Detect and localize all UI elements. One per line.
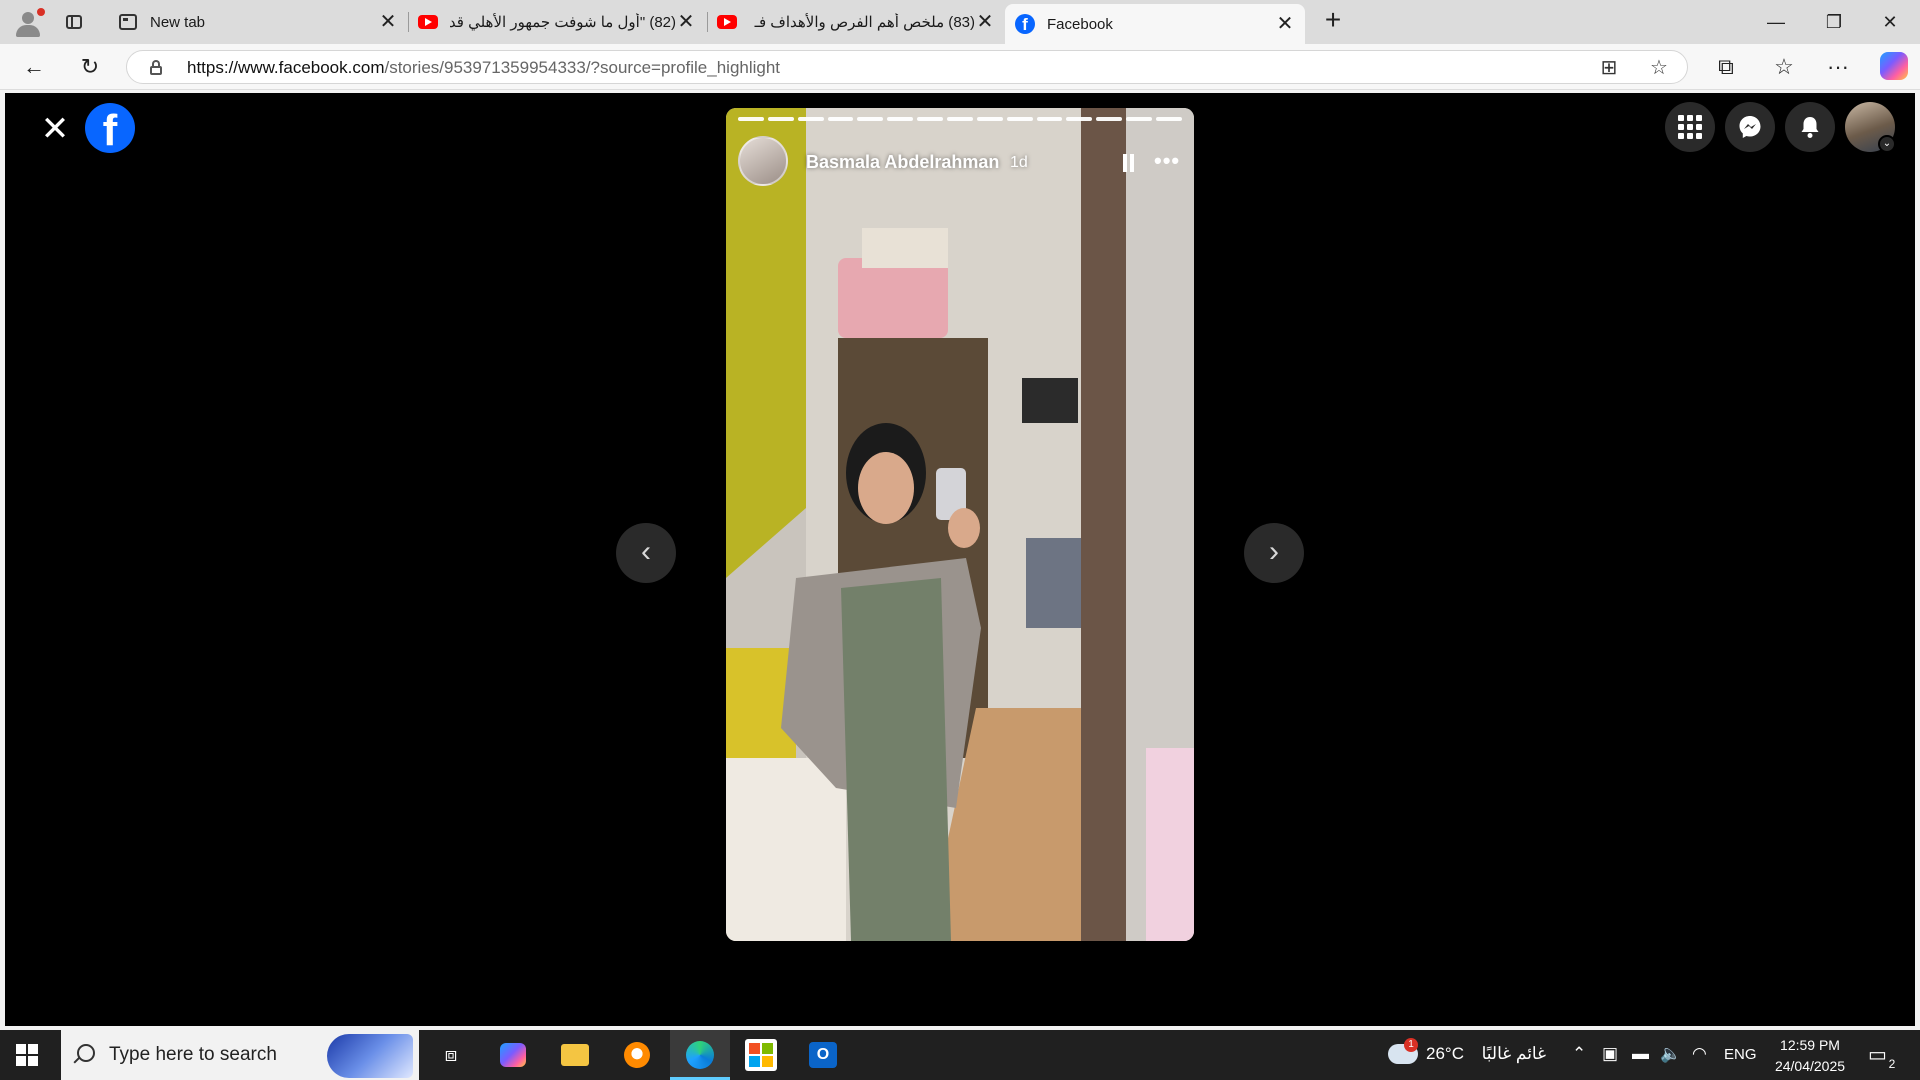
network-icon[interactable]: ◠ xyxy=(1692,1044,1707,1064)
close-tab-icon[interactable]: ✕ xyxy=(1275,14,1295,34)
story-more-options-icon[interactable]: ••• xyxy=(1154,148,1180,174)
browser-shield-icon[interactable] xyxy=(620,1038,654,1072)
restore-button[interactable]: ❐ xyxy=(1814,8,1854,36)
pause-icon[interactable] xyxy=(1122,154,1136,172)
search-placeholder: Type here to search xyxy=(109,1044,277,1065)
previous-story-button[interactable]: ‹ xyxy=(616,523,676,583)
chevron-down-icon[interactable]: ⌄ xyxy=(1878,135,1896,153)
story-card[interactable]: Basmala Abdelrahman 1d ••• xyxy=(726,108,1194,941)
story-progress-segment xyxy=(887,117,914,121)
tab-facebook[interactable]: f Facebook ✕ xyxy=(1005,4,1305,44)
story-author-name[interactable]: Basmala Abdelrahman xyxy=(806,152,999,173)
tab-actions-icon[interactable] xyxy=(60,8,88,36)
meet-now-icon[interactable]: ▣ xyxy=(1602,1044,1618,1064)
story-progress-segment xyxy=(797,117,824,121)
search-icon xyxy=(77,1044,95,1062)
tab-youtube-1[interactable]: (82) "أول ما شوفت جمهور الأهلي قد ✕ xyxy=(408,4,706,40)
battery-icon[interactable]: ▬ xyxy=(1632,1044,1649,1064)
close-window-button[interactable]: ✕ xyxy=(1870,8,1910,36)
weather-condition[interactable]: غائم غالبًا xyxy=(1476,1044,1546,1064)
browser-tab-bar: New tab ✕ (82) "أول ما شوفت جمهور الأهلي… xyxy=(0,0,1920,44)
refresh-icon[interactable]: ↻ xyxy=(74,52,106,82)
story-progress-segment xyxy=(1036,117,1063,121)
tab-title: Facebook xyxy=(1047,15,1113,33)
new-tab-icon xyxy=(118,12,138,32)
more-options-icon[interactable]: ··· xyxy=(1822,52,1854,82)
story-photo xyxy=(726,108,1194,941)
language-indicator[interactable]: ENG xyxy=(1724,1046,1757,1063)
file-explorer-icon[interactable] xyxy=(558,1038,592,1072)
search-highlight-image xyxy=(327,1034,413,1078)
story-progress-segment xyxy=(738,117,764,121)
notifications-bell-icon[interactable] xyxy=(1785,102,1835,152)
task-view-icon[interactable]: ⧈ xyxy=(434,1038,468,1072)
next-story-button[interactable]: › xyxy=(1244,523,1304,583)
close-tab-icon[interactable]: ✕ xyxy=(378,12,398,32)
favorites-icon[interactable]: ☆ xyxy=(1768,52,1800,82)
story-progress-segment xyxy=(976,117,1003,121)
story-progress-segment xyxy=(1066,117,1093,121)
windows-taskbar: Type here to search ⧈ O 1 26°C غائم غالب… xyxy=(0,1030,1920,1080)
copilot-icon[interactable] xyxy=(1880,52,1908,80)
facebook-logo[interactable]: f xyxy=(85,103,135,155)
messenger-icon[interactable] xyxy=(1725,102,1775,152)
browser-toolbar: ← ↻ https://www.facebook.com/stories/953… xyxy=(0,44,1920,90)
tab-title: New tab xyxy=(150,13,206,31)
clock-date[interactable]: 24/04/2025 xyxy=(1760,1058,1860,1074)
edge-icon[interactable] xyxy=(683,1038,717,1072)
youtube-icon xyxy=(717,12,737,32)
story-progress-segment xyxy=(1156,117,1182,121)
youtube-icon xyxy=(418,12,438,32)
close-tab-icon[interactable]: ✕ xyxy=(676,12,696,32)
taskbar-search-box[interactable]: Type here to search xyxy=(61,1030,419,1080)
address-bar[interactable]: https://www.facebook.com/stories/9539713… xyxy=(126,50,1688,84)
extensions-icon[interactable]: ⧉ xyxy=(1710,52,1742,82)
show-hidden-icons-icon[interactable]: ⌃ xyxy=(1572,1044,1586,1064)
close-story-icon[interactable]: ✕ xyxy=(37,111,73,147)
tab-youtube-2[interactable]: (83) ملخص أهم الفرص والأهداف فـ ✕ xyxy=(707,4,1005,40)
windows-start-icon[interactable] xyxy=(16,1044,38,1066)
story-progress-segment xyxy=(827,117,854,121)
minimize-button[interactable]: — xyxy=(1756,8,1796,36)
app-available-icon[interactable]: ⊞ xyxy=(1596,55,1622,81)
back-arrow-icon[interactable]: ← xyxy=(18,52,50,82)
weather-temperature[interactable]: 26°C xyxy=(1426,1044,1464,1064)
tab-new-tab[interactable]: New tab ✕ xyxy=(108,4,408,40)
story-progress-segment xyxy=(1126,117,1153,121)
story-progress-segment xyxy=(1096,117,1123,121)
story-timestamp: 1d xyxy=(1010,154,1028,171)
favorite-star-icon[interactable]: ☆ xyxy=(1646,55,1672,81)
copilot-taskbar-icon[interactable] xyxy=(496,1038,530,1072)
tab-title: (82) "أول ما شوفت جمهور الأهلي قد xyxy=(450,14,676,31)
story-progress-bar xyxy=(738,117,1182,121)
url-text: https://www.facebook.com/stories/9539713… xyxy=(187,58,781,77)
story-progress-segment xyxy=(857,117,884,121)
menu-grid-icon[interactable] xyxy=(1665,102,1715,152)
facebook-icon: f xyxy=(1015,14,1035,34)
screen: New tab ✕ (82) "أول ما شوفت جمهور الأهلي… xyxy=(0,0,1920,1080)
clock-time[interactable]: 12:59 PM xyxy=(1760,1037,1860,1053)
lock-icon[interactable] xyxy=(149,60,163,75)
close-tab-icon[interactable]: ✕ xyxy=(975,12,995,32)
story-progress-segment xyxy=(1006,117,1033,121)
story-author-avatar[interactable] xyxy=(738,136,788,186)
tab-title: (83) ملخص أهم الفرص والأهداف فـ xyxy=(754,14,975,31)
weather-alert-badge: 1 xyxy=(1404,1038,1418,1052)
facebook-story-viewer: ✕ f ⌄ ‹ › Basmala Abdelrahman 1d ••• xyxy=(5,93,1915,1026)
browser-profile-icon[interactable] xyxy=(10,6,46,38)
notification-count: 2 xyxy=(1888,1057,1896,1071)
microsoft-store-icon[interactable] xyxy=(744,1038,778,1072)
story-progress-segment xyxy=(767,117,794,121)
story-progress-segment xyxy=(947,117,973,121)
outlook-icon[interactable]: O xyxy=(806,1038,840,1072)
volume-icon[interactable]: 🔈 xyxy=(1660,1044,1681,1064)
new-tab-button[interactable]: + xyxy=(1318,6,1348,36)
story-progress-segment xyxy=(917,117,944,121)
